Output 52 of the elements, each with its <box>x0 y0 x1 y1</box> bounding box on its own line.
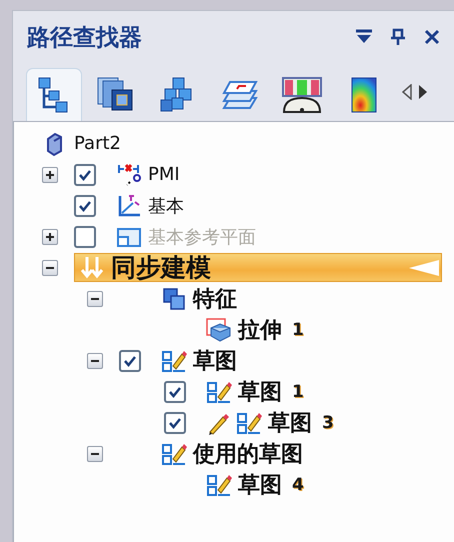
panel-title: 路径查找器 <box>27 24 143 52</box>
plus-icon <box>45 170 55 180</box>
extrude-icon <box>206 316 232 342</box>
left-triangle-icon <box>407 258 441 278</box>
collapse-button[interactable] <box>42 260 58 276</box>
highlighted-row[interactable]: 同步建模 <box>74 253 442 282</box>
node-label: 基本 <box>148 194 184 218</box>
node-label: 草图 <box>238 378 282 406</box>
node-label: 同步建模 <box>111 252 211 284</box>
features-icon <box>161 286 187 312</box>
node-label: Part2 <box>74 133 121 154</box>
double-down-arrow-icon <box>79 254 105 280</box>
node-label: PMI <box>148 164 180 185</box>
node-label: 拉伸 <box>238 316 282 344</box>
expand-button[interactable] <box>42 166 58 182</box>
coordinate-axes-icon <box>116 192 142 218</box>
tab[interactable] <box>27 69 81 121</box>
node-label: 草图 <box>268 410 312 438</box>
pin-button[interactable] <box>388 26 408 48</box>
node-number: 1 <box>292 382 304 402</box>
checkmark-icon <box>78 200 92 212</box>
pin-icon <box>390 28 406 46</box>
close-icon <box>424 29 440 45</box>
checkbox[interactable] <box>164 380 186 402</box>
collapse-button[interactable] <box>87 352 103 368</box>
collapse-button[interactable] <box>87 290 103 306</box>
node-label: 使用的草图 <box>193 440 303 468</box>
right-triangle-icon <box>418 84 428 100</box>
node-label: 基本参考平面 <box>148 226 256 248</box>
checkmark-icon <box>123 354 137 366</box>
node-label: 特征 <box>193 286 237 314</box>
node-number: 3 <box>322 412 334 432</box>
left-triangle-icon <box>402 84 412 100</box>
node-number: 1 <box>292 320 304 340</box>
tree-row[interactable]: 草图 1 <box>14 376 454 407</box>
checkmark-icon <box>168 416 182 428</box>
checkbox[interactable] <box>119 350 141 372</box>
node-number: 4 <box>292 474 304 494</box>
gauge-icon <box>281 76 323 114</box>
plus-icon <box>45 232 55 242</box>
checkbox[interactable] <box>164 412 186 434</box>
layer-sheets-icon <box>220 78 260 112</box>
menu-icon <box>355 29 373 45</box>
node-label: 草图 <box>193 348 237 376</box>
checkbox[interactable] <box>74 194 96 216</box>
tree-row[interactable]: 草图 3 <box>14 407 454 438</box>
heat-map-icon <box>351 77 377 113</box>
checkmark-icon <box>168 386 182 398</box>
checkbox[interactable] <box>74 164 96 186</box>
node-label: 草图 <box>238 472 282 500</box>
collapse-button[interactable] <box>87 446 103 462</box>
checkmark-icon <box>78 168 92 180</box>
